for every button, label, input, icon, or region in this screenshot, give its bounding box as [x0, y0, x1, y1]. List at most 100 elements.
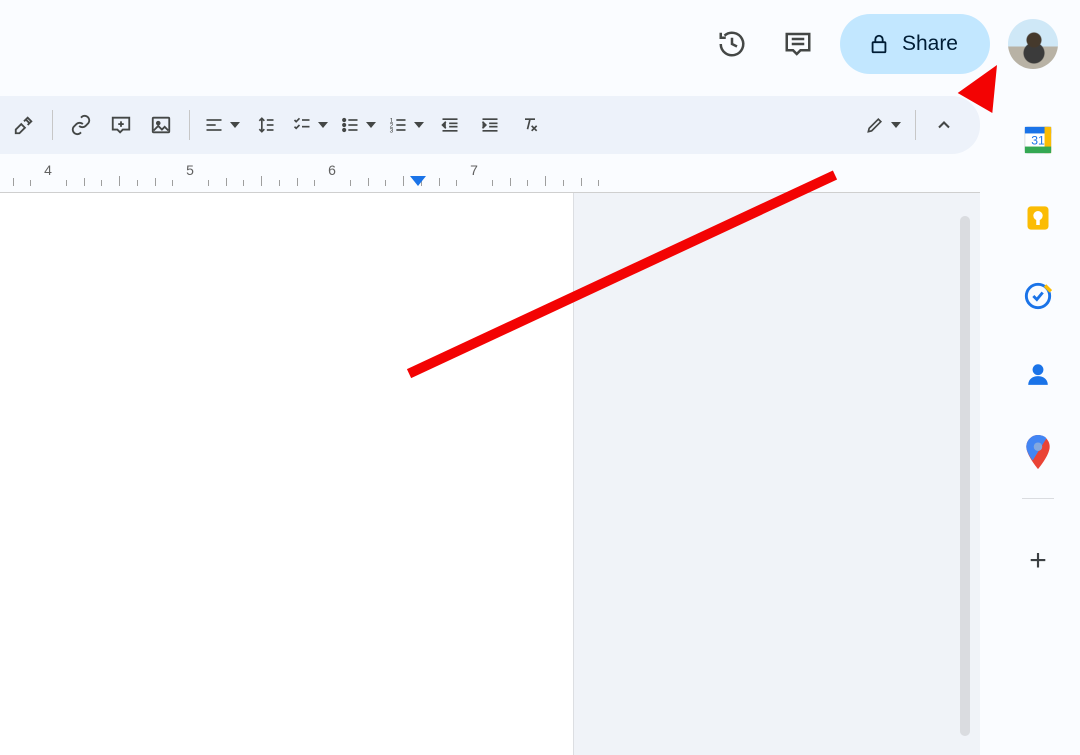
ruler-tick — [84, 178, 85, 186]
editing-mode-button[interactable] — [859, 105, 907, 145]
chevron-down-icon — [414, 122, 424, 128]
numbered-list-button[interactable]: 1 2 3 — [382, 105, 430, 145]
contacts-icon — [1025, 361, 1051, 387]
comment-icon — [783, 29, 813, 59]
bulleted-list-icon — [340, 115, 360, 135]
plus-icon: + — [1029, 546, 1047, 576]
highlight-color-button[interactable] — [4, 105, 44, 145]
line-spacing-button[interactable] — [246, 105, 286, 145]
ruler-tick — [545, 176, 546, 186]
side-panel: 31 + — [996, 112, 1080, 755]
increase-indent-icon — [480, 115, 500, 135]
keep-icon — [1024, 204, 1052, 232]
share-button[interactable]: Share — [840, 14, 990, 74]
checklist-icon — [292, 115, 312, 135]
contacts-app-button[interactable] — [1022, 358, 1054, 390]
insert-link-button[interactable] — [61, 105, 101, 145]
history-icon — [717, 29, 747, 59]
tasks-icon — [1024, 282, 1052, 310]
ruler-tick — [368, 178, 369, 186]
ruler-tick — [492, 180, 493, 186]
toolbar-separator — [189, 110, 190, 140]
numbered-list-icon: 1 2 3 — [388, 115, 408, 135]
keep-app-button[interactable] — [1022, 202, 1054, 234]
checklist-button[interactable] — [286, 105, 334, 145]
ruler-tick — [385, 180, 386, 186]
ruler-number: 4 — [44, 162, 52, 178]
side-panel-divider — [1022, 498, 1054, 499]
ruler-tick — [226, 178, 227, 186]
highlighter-icon — [13, 114, 35, 136]
link-icon — [70, 114, 92, 136]
chevron-down-icon — [230, 122, 240, 128]
ruler-tick — [208, 180, 209, 186]
vertical-scrollbar[interactable] — [960, 216, 970, 736]
ruler-tick — [243, 180, 244, 186]
toolbar-separator — [915, 110, 916, 140]
ruler-tick — [403, 176, 404, 186]
ruler-tick — [439, 178, 440, 186]
chevron-down-icon — [318, 122, 328, 128]
insert-image-button[interactable] — [141, 105, 181, 145]
ruler-tick — [279, 180, 280, 186]
align-button[interactable] — [198, 105, 246, 145]
ruler-tick — [261, 176, 262, 186]
svg-text:31: 31 — [1031, 134, 1045, 148]
add-comment-button[interactable] — [101, 105, 141, 145]
decrease-indent-icon — [440, 115, 460, 135]
maps-app-button[interactable] — [1022, 436, 1054, 468]
ruler-tick — [137, 180, 138, 186]
ruler-tick — [13, 178, 14, 186]
header-bar: Share — [0, 0, 1080, 88]
image-icon — [150, 114, 172, 136]
ruler-tick — [30, 180, 31, 186]
toolbar-separator — [52, 110, 53, 140]
ruler-tick — [456, 180, 457, 186]
open-comments-button[interactable] — [774, 20, 822, 68]
document-canvas-area — [0, 192, 980, 755]
formatting-toolbar: 1 2 3 — [0, 96, 980, 154]
align-left-icon — [204, 115, 224, 135]
share-button-label: Share — [902, 32, 958, 56]
account-avatar-button[interactable] — [1008, 19, 1058, 69]
ruler-tick — [155, 178, 156, 186]
clear-formatting-button[interactable] — [510, 105, 550, 145]
svg-text:3: 3 — [390, 128, 394, 135]
ruler-tick — [314, 180, 315, 186]
ruler-tick — [101, 180, 102, 186]
add-comment-icon — [110, 114, 132, 136]
clear-formatting-icon — [520, 115, 540, 135]
ruler-tick — [598, 180, 599, 186]
vertical-scrollbar-thumb[interactable] — [960, 216, 970, 736]
right-indent-marker[interactable] — [410, 176, 426, 186]
bulleted-list-button[interactable] — [334, 105, 382, 145]
calendar-app-button[interactable]: 31 — [1022, 124, 1054, 156]
chevron-up-icon — [934, 115, 954, 135]
ruler-number: 6 — [328, 162, 336, 178]
version-history-button[interactable] — [708, 20, 756, 68]
pencil-icon — [865, 115, 885, 135]
ruler-tick — [527, 180, 528, 186]
ruler-tick — [581, 178, 582, 186]
ruler-tick — [510, 178, 511, 186]
calendar-icon: 31 — [1023, 125, 1053, 155]
ruler-number: 7 — [470, 162, 478, 178]
collapse-toolbar-button[interactable] — [924, 105, 964, 145]
maps-icon — [1025, 435, 1051, 469]
line-spacing-icon — [256, 115, 276, 135]
ruler-tick — [350, 180, 351, 186]
horizontal-ruler[interactable]: 4567 — [0, 164, 980, 192]
decrease-indent-button[interactable] — [430, 105, 470, 145]
chevron-down-icon — [366, 122, 376, 128]
chevron-down-icon — [891, 122, 901, 128]
increase-indent-button[interactable] — [470, 105, 510, 145]
tasks-app-button[interactable] — [1022, 280, 1054, 312]
ruler-tick — [66, 180, 67, 186]
ruler-tick — [119, 176, 120, 186]
ruler-tick — [297, 178, 298, 186]
ruler-tick — [172, 180, 173, 186]
lock-icon — [868, 33, 890, 55]
document-page[interactable] — [0, 193, 574, 755]
ruler-tick — [563, 180, 564, 186]
get-addons-button[interactable]: + — [1022, 545, 1054, 577]
